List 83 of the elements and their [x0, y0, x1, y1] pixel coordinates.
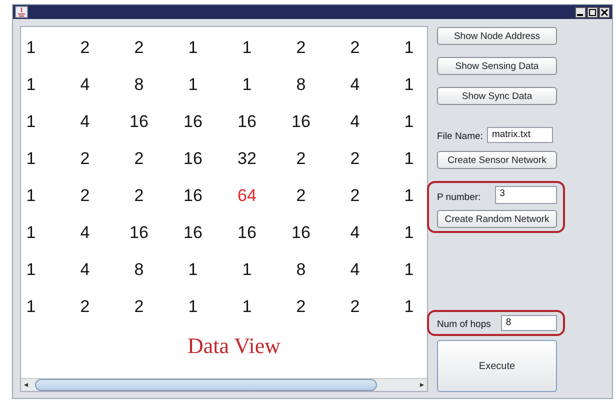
matrix-value: 16: [184, 186, 202, 206]
close-icon[interactable]: [599, 6, 610, 18]
matrix-value: 8: [296, 260, 306, 280]
matrix-value: 8: [134, 260, 144, 280]
matrix-value: 16: [238, 222, 256, 242]
matrix-value: 4: [80, 112, 90, 132]
matrix-value: 1: [404, 296, 414, 316]
input-field[interactable]: matrix.txt: [486, 127, 553, 143]
field-label: File Name:: [437, 131, 483, 143]
matrix-value: 1: [242, 260, 252, 280]
matrix-value: 2: [296, 296, 306, 316]
action-button[interactable]: Show Sync Data: [437, 87, 557, 105]
matrix-value: 16: [292, 222, 310, 242]
input-field[interactable]: 8: [500, 315, 557, 331]
matrix-value: 1: [188, 296, 198, 316]
matrix-value: 2: [350, 296, 360, 316]
matrix-value: 1: [404, 74, 414, 94]
matrix-value: 4: [80, 222, 90, 242]
data-view-caption: Data View: [186, 333, 282, 359]
matrix-value: 2: [134, 148, 144, 168]
matrix-value: 16: [130, 112, 148, 132]
matrix-value: 1: [26, 186, 36, 206]
field-label: Num of hops: [437, 319, 491, 331]
matrix-value: 1: [26, 38, 36, 58]
matrix-value: 16: [184, 112, 202, 132]
matrix-value: 2: [296, 38, 306, 58]
matrix-value: 2: [350, 186, 360, 206]
matrix-value: 2: [350, 38, 360, 58]
matrix-value: 2: [80, 296, 90, 316]
matrix-value: 1: [404, 148, 414, 168]
action-button[interactable]: Show Node Address: [437, 27, 557, 45]
matrix-value: 4: [350, 74, 360, 94]
action-button[interactable]: Create Sensor Network: [437, 151, 557, 169]
matrix-value: 1: [26, 112, 36, 132]
app-icon: [15, 6, 28, 18]
matrix-value: 1: [242, 74, 252, 94]
matrix-value: 1: [404, 222, 414, 242]
matrix-value: 1: [404, 38, 414, 58]
matrix-value: 2: [134, 38, 144, 58]
matrix-value: 16: [184, 222, 202, 242]
matrix-value: 64: [238, 186, 256, 206]
matrix-value: 1: [404, 112, 414, 132]
matrix-value: 1: [242, 296, 252, 316]
matrix-value: 8: [134, 74, 144, 94]
matrix-value: 4: [80, 260, 90, 280]
matrix-value: 2: [134, 296, 144, 316]
minimize-icon[interactable]: [575, 6, 586, 18]
matrix-value: 2: [296, 148, 306, 168]
matrix-value: 2: [134, 186, 144, 206]
matrix-value: 1: [404, 186, 414, 206]
matrix-value: 4: [350, 260, 360, 280]
matrix-value: 2: [350, 148, 360, 168]
matrix-value: 1: [26, 74, 36, 94]
matrix-value: 16: [130, 222, 148, 242]
matrix-value: 1: [26, 148, 36, 168]
action-button[interactable]: Show Sensing Data: [437, 57, 557, 75]
matrix-value: 4: [350, 112, 360, 132]
matrix-value: 4: [350, 222, 360, 242]
matrix-value: 8: [296, 74, 306, 94]
matrix-value: 16: [238, 112, 256, 132]
input-field[interactable]: 3: [494, 186, 557, 204]
field-label: P number:: [437, 192, 481, 204]
matrix-value: 1: [188, 74, 198, 94]
matrix-value: 2: [80, 186, 90, 206]
matrix-value: 16: [292, 112, 310, 132]
matrix-value: 2: [80, 148, 90, 168]
matrix-value: 1: [26, 296, 36, 316]
matrix-value: 16: [184, 148, 202, 168]
matrix-value: 2: [80, 38, 90, 58]
matrix-value: 1: [242, 38, 252, 58]
action-button[interactable]: Create Random Network: [437, 210, 557, 228]
matrix-value: 32: [238, 148, 256, 168]
matrix-value: 1: [188, 260, 198, 280]
matrix-value: 4: [80, 74, 90, 94]
matrix-value: 1: [26, 222, 36, 242]
maximize-icon[interactable]: [587, 6, 598, 18]
matrix-value: 1: [26, 260, 36, 280]
scroll-thumb[interactable]: [35, 379, 377, 391]
execute-button[interactable]: Execute: [437, 340, 557, 392]
horizontal-scrollbar[interactable]: [21, 378, 427, 391]
matrix-value: 2: [296, 186, 306, 206]
matrix-value: 1: [188, 38, 198, 58]
matrix-value: 1: [404, 260, 414, 280]
